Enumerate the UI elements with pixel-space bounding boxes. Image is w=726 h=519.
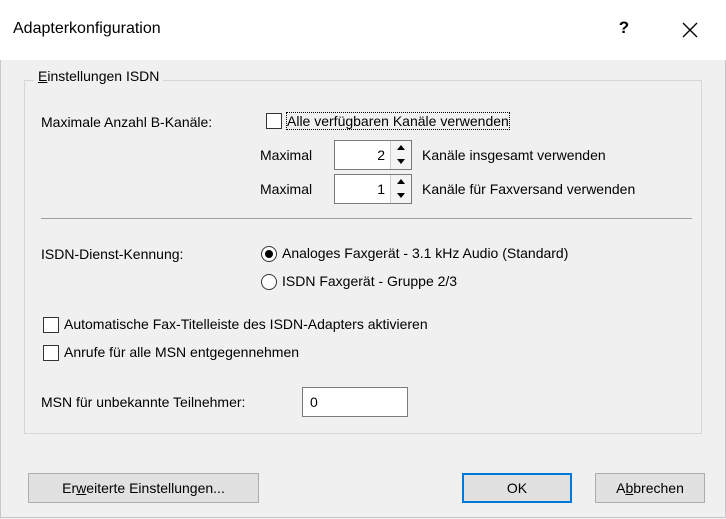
fax-channels-increment[interactable]	[391, 175, 411, 190]
arrow-down-icon	[397, 159, 405, 164]
close-button[interactable]	[672, 12, 708, 48]
msn-input[interactable]: 0	[302, 387, 408, 417]
title-bar: Adapterkonfiguration ?	[0, 0, 726, 60]
total-channels-suffix: Kanäle insgesamt verwenden	[422, 147, 606, 163]
group-title: Einstellungen ISDN	[34, 68, 164, 84]
help-button[interactable]: ?	[612, 16, 636, 40]
service-id-label: ISDN-Dienst-Kennung:	[41, 246, 184, 262]
arrow-up-icon	[397, 145, 405, 150]
window-title: Adapterkonfiguration	[13, 20, 161, 37]
max-channels-label: Maximale Anzahl B-Kanäle:	[41, 114, 213, 130]
auto-fax-header-checkbox[interactable]	[43, 317, 59, 333]
fax-channels-value: 1	[377, 181, 385, 197]
service-option-isdn-radio[interactable]	[261, 274, 277, 290]
close-icon	[682, 22, 698, 38]
separator	[41, 218, 692, 219]
all-channels-checkbox-label[interactable]: Alle verfügbaren Kanäle verwenden	[286, 112, 510, 130]
cancel-button[interactable]: Abbrechen	[595, 473, 705, 503]
service-option-analog-radio[interactable]	[261, 246, 277, 262]
fax-channels-suffix: Kanäle für Faxversand verwenden	[422, 181, 636, 197]
total-channels-prefix: Maximal	[260, 147, 313, 163]
auto-fax-header-label[interactable]: Automatische Fax-Titelleiste des ISDN-Ad…	[64, 316, 428, 332]
arrow-up-icon	[397, 179, 405, 184]
total-channels-value: 2	[377, 147, 385, 163]
total-channels-spinner[interactable]: 2	[334, 140, 412, 170]
msn-label: MSN für unbekannte Teilnehmer:	[41, 394, 246, 410]
arrow-down-icon	[397, 193, 405, 198]
fax-channels-spinner[interactable]: 1	[334, 174, 412, 204]
service-option-analog-label[interactable]: Analoges Faxgerät - 3.1 kHz Audio (Stand…	[282, 245, 568, 261]
all-channels-checkbox[interactable]	[266, 113, 282, 129]
accept-all-msn-label[interactable]: Anrufe für alle MSN entgegennehmen	[64, 344, 299, 360]
total-channels-increment[interactable]	[391, 141, 411, 156]
ok-button[interactable]: OK	[462, 473, 572, 503]
service-option-isdn-label[interactable]: ISDN Faxgerät - Gruppe 2/3	[282, 273, 457, 289]
fax-channels-prefix: Maximal	[260, 181, 313, 197]
fax-channels-decrement[interactable]	[391, 189, 411, 203]
total-channels-decrement[interactable]	[391, 155, 411, 169]
advanced-settings-button[interactable]: Erweiterte Einstellungen...	[28, 473, 259, 503]
accept-all-msn-checkbox[interactable]	[43, 345, 59, 361]
